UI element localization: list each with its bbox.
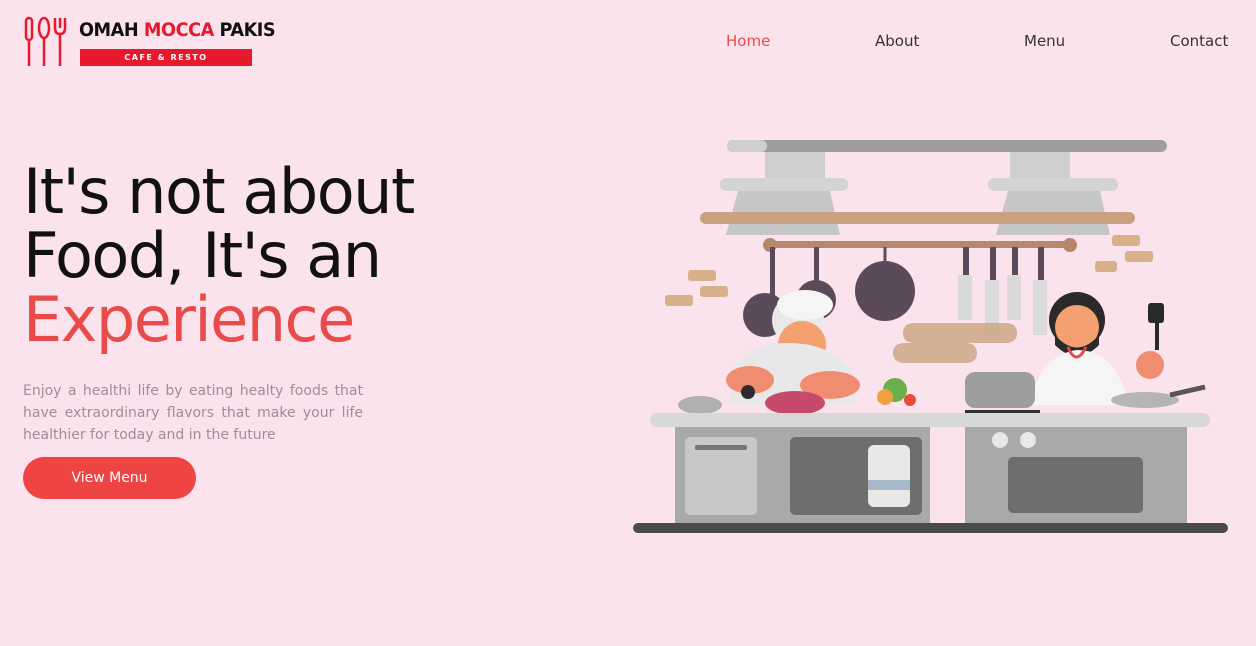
kitchen-chefs-illustration: [633, 140, 1228, 533]
nav-menu-link[interactable]: Menu: [1024, 32, 1065, 50]
headline-line-1: It's not about: [23, 155, 415, 228]
nav-contact-link[interactable]: Contact: [1170, 32, 1228, 50]
main-nav: Home About Menu Contact: [0, 32, 1256, 52]
nav-about-link[interactable]: About: [875, 32, 919, 50]
view-menu-button[interactable]: View Menu: [23, 457, 196, 499]
headline-line-2: Food, It's an: [23, 219, 382, 292]
headline-line-3: Experience: [23, 283, 355, 356]
hero-description: Enjoy a healthi life by eating healty fo…: [23, 383, 363, 443]
hero-headline: It's not about Food, It's an Experience: [23, 155, 415, 356]
nav-home-link[interactable]: Home: [726, 32, 770, 50]
